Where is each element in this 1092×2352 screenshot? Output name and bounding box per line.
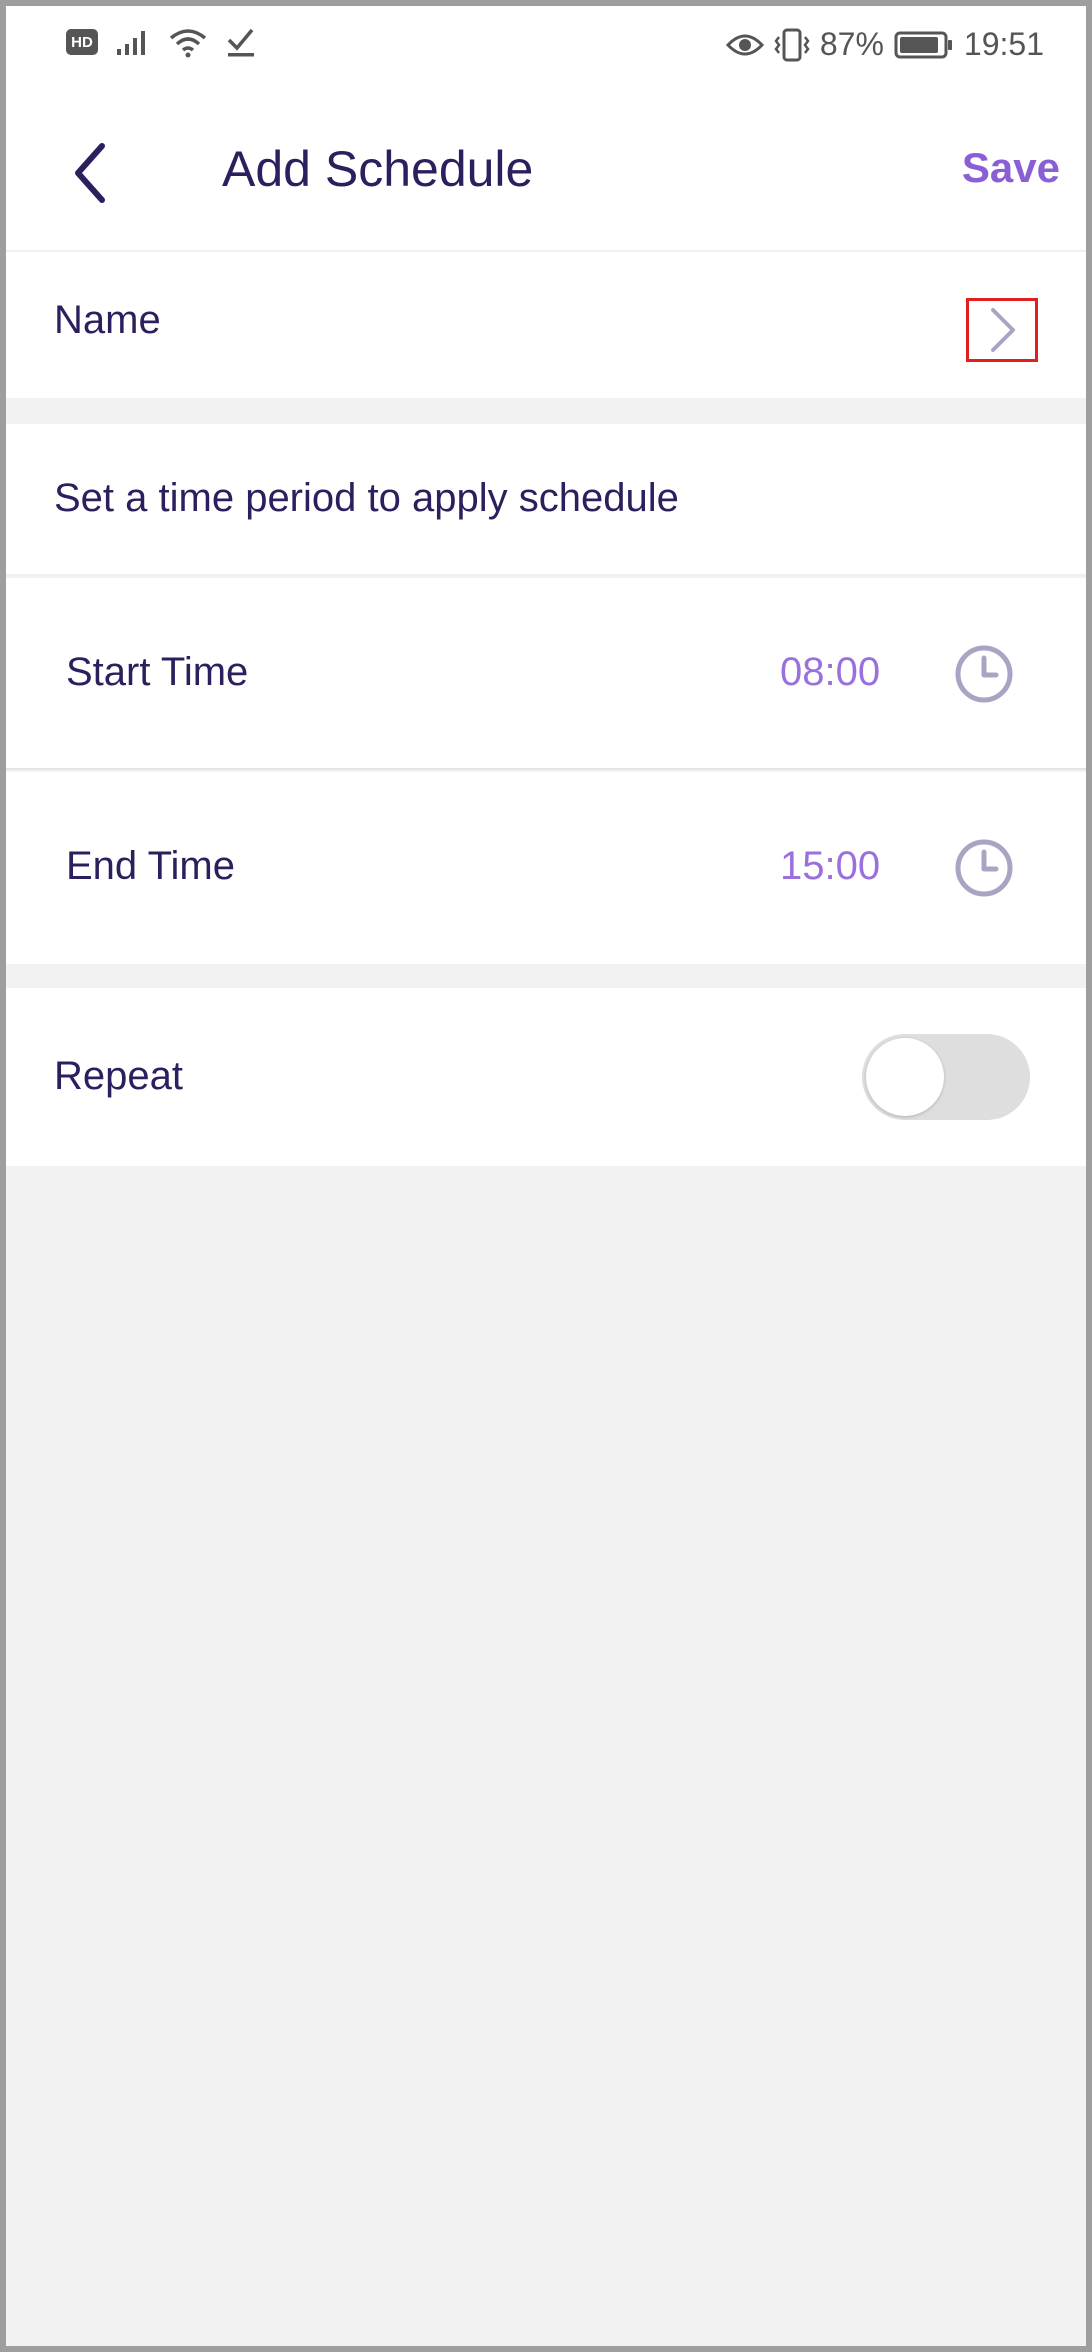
eye-icon	[725, 34, 764, 55]
screen: HD 87% 19:51 Add Schedule Save Name Set …	[6, 6, 1086, 2346]
repeat-label: Repeat	[54, 1054, 183, 1098]
name-row[interactable]: Name	[6, 252, 1086, 398]
name-chevron-button[interactable]	[966, 298, 1038, 362]
page-title: Add Schedule	[222, 141, 534, 197]
time-section-header: Set a time period to apply schedule	[6, 424, 1086, 576]
battery-percent: 87%	[819, 26, 884, 62]
start-time-label: Start Time	[66, 650, 249, 694]
clock-icon[interactable]	[952, 642, 1016, 706]
name-label: Name	[54, 298, 161, 342]
status-time: 19:51	[963, 26, 1044, 62]
status-bar: HD 87% 19:51	[6, 6, 1086, 90]
chevron-right-icon	[991, 308, 1015, 352]
start-time-value[interactable]: 08:00	[780, 650, 880, 695]
chevron-left-icon	[75, 143, 105, 203]
repeat-toggle[interactable]	[862, 1034, 1030, 1120]
check-icon	[227, 28, 254, 57]
toggle-knob	[866, 1038, 944, 1116]
end-time-label: End Time	[66, 844, 235, 888]
end-time-row[interactable]: End Time 15:00	[6, 772, 1086, 964]
app-header: Add Schedule Save	[6, 90, 1086, 252]
wifi-icon	[169, 29, 207, 58]
back-button[interactable]	[66, 138, 116, 208]
repeat-row: Repeat	[6, 988, 1086, 1166]
battery-icon	[894, 31, 952, 58]
hd-badge: HD	[66, 29, 98, 55]
vibrate-icon	[774, 28, 810, 61]
end-time-value[interactable]: 15:00	[780, 844, 880, 889]
status-bar-left: HD	[66, 26, 256, 58]
save-button[interactable]: Save	[962, 144, 1060, 192]
start-time-row[interactable]: Start Time 08:00	[6, 578, 1086, 770]
status-bar-right: 87% 19:51	[725, 26, 1044, 63]
time-section-title: Set a time period to apply schedule	[54, 476, 679, 520]
clock-icon[interactable]	[952, 836, 1016, 900]
signal-icon	[117, 31, 145, 55]
